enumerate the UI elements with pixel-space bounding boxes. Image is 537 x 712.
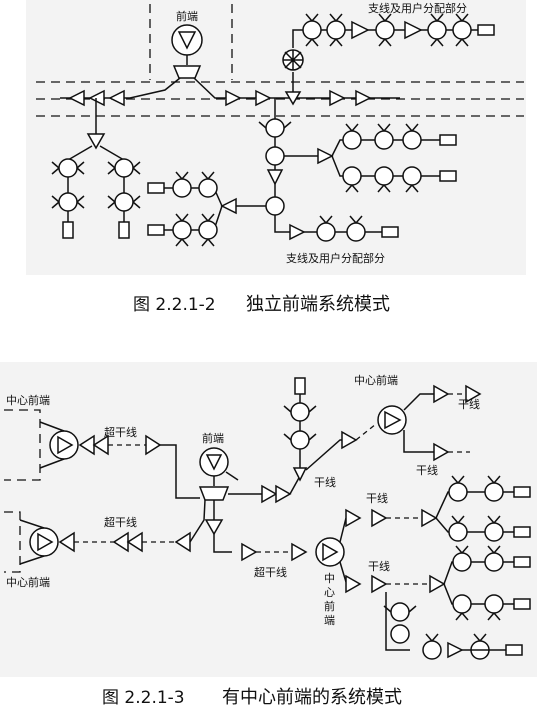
terminator: [147, 224, 165, 236]
tap-circle: [427, 20, 447, 40]
tap-circle: [390, 602, 410, 622]
figure2-caption-number: 图 2.2.1-3: [102, 688, 185, 708]
figure2-panel: [0, 362, 537, 677]
tap-circle: [375, 20, 395, 40]
center-headend-mid-char: 端: [324, 614, 335, 627]
center-headend-tr-label: 中心前端: [354, 373, 398, 387]
tap-circle: [265, 196, 285, 216]
tap-circle: [448, 482, 468, 502]
tap-circle: [452, 594, 472, 614]
tap-circle: [448, 522, 468, 542]
center-headend-tl-label: 中心前端: [6, 393, 50, 407]
trunk-label-1: 干线: [314, 475, 336, 489]
tap-circle: [374, 166, 394, 186]
terminator: [513, 598, 531, 610]
tap-circle: [346, 222, 366, 242]
terminator: [381, 226, 399, 238]
tap-circle: [198, 220, 218, 240]
terminator: [439, 134, 457, 146]
center-headend-mid-char: 心: [324, 586, 335, 599]
tap-circle: [326, 20, 346, 40]
tap-circle: [452, 552, 472, 572]
tap-circle: [342, 130, 362, 150]
trunk-label-5: 干线: [368, 559, 390, 573]
headend-1: 前端: [171, 9, 203, 79]
headend-circle: [171, 24, 203, 56]
terminator: [505, 644, 523, 656]
trunk-label-2: 干线: [458, 397, 480, 411]
tap-circle: [484, 552, 504, 572]
super-trunk-label-2: 超干线: [104, 515, 137, 529]
figure1-caption-number: 图 2.2.1-2: [133, 295, 216, 315]
diagram-canvas: 前端 支线及用户分配部分 支线及用户分配部分 图 2.2.1-2 独立前端系统模…: [0, 0, 537, 708]
terminator: [118, 221, 130, 239]
terminator: [513, 526, 531, 538]
headend-2-combiner-icon: [198, 486, 230, 501]
terminator: [62, 221, 74, 239]
headend-combiner-icon: [172, 65, 202, 79]
headend-2-circle: [199, 447, 229, 477]
center-headend-mid-char: 前: [324, 599, 335, 613]
terminator: [439, 170, 457, 182]
terminator: [477, 24, 495, 36]
tap-circle: [484, 594, 504, 614]
tap-circle: [452, 20, 472, 40]
tap-circle: [402, 166, 422, 186]
tap-circle: [58, 158, 78, 178]
tap-circle: [390, 624, 410, 644]
trunk-label-4: 干线: [366, 491, 388, 505]
trunk-label-3: 干线: [416, 463, 438, 477]
center-headend-mid-circle: [315, 537, 345, 567]
tap-circle: [484, 482, 504, 502]
figure2-caption-title: 有中心前端的系统模式: [222, 687, 402, 708]
branch-label-bottom: 支线及用户分配部分: [286, 251, 385, 265]
tap-circle: [484, 522, 504, 542]
tap-circle: [172, 220, 192, 240]
tap-circle: [316, 222, 336, 242]
headend-2-label: 前端: [202, 431, 224, 445]
center-headend-tr-circle: [377, 405, 407, 435]
center-headend-bl-circle: [29, 527, 59, 557]
terminator: [513, 556, 531, 568]
terminator: [294, 377, 306, 395]
headend-label: 前端: [176, 9, 198, 23]
tap-circle: [114, 158, 134, 178]
tap-circle: [374, 130, 394, 150]
tap-circle: [290, 402, 310, 422]
center-headend-tl-circle: [49, 430, 79, 460]
tap-circle: [172, 178, 192, 198]
tap-circle: [342, 166, 362, 186]
figure1-caption-title: 独立前端系统模式: [246, 294, 390, 315]
center-headend-mid-label: 中 心 前 端: [324, 572, 335, 627]
branch-label-top: 支线及用户分配部分: [368, 1, 467, 15]
tap-circle: [265, 146, 285, 166]
tap-circle: [58, 192, 78, 212]
tap-circle: [198, 178, 218, 198]
center-headend-bl-label: 中心前端: [6, 575, 50, 589]
tap-circle: [265, 118, 285, 138]
terminator: [513, 486, 531, 498]
terminator: [147, 182, 165, 194]
center-headend-mid-char: 中: [324, 572, 335, 585]
tap-circle: [290, 430, 310, 450]
tap-circle: [114, 192, 134, 212]
super-trunk-label-3: 超干线: [254, 565, 287, 579]
tap-circle: [302, 20, 322, 40]
tap-circle: [402, 130, 422, 150]
tap-circle: [422, 640, 442, 660]
super-trunk-label-1: 超干线: [104, 425, 137, 439]
